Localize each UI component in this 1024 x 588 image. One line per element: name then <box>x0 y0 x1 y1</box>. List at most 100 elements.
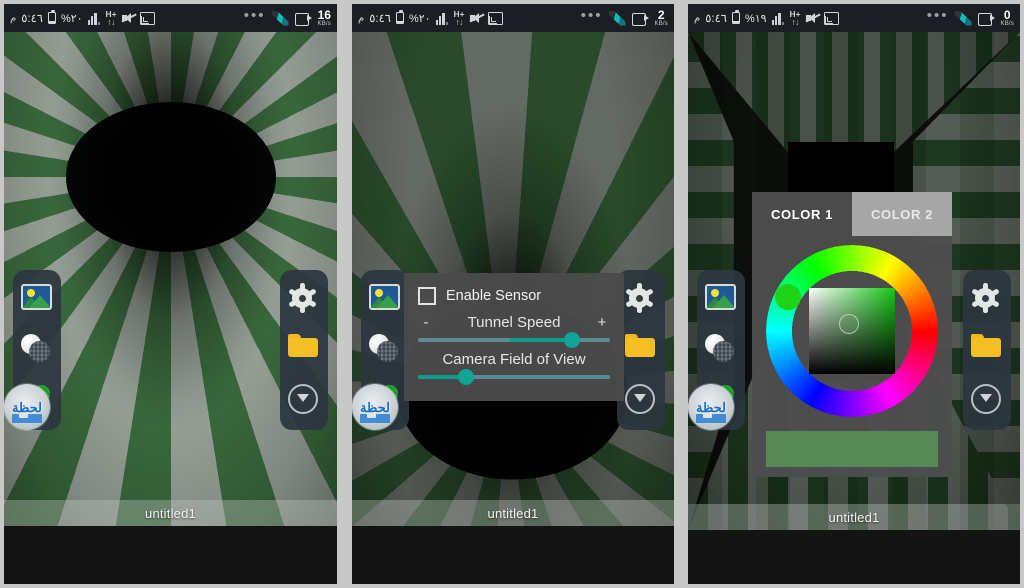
network-speed-2: 2 KB/s <box>655 9 668 27</box>
open-file-button[interactable] <box>625 334 657 366</box>
phone-screen-1: م ٥:٤٦ %٢٠ H+ ↑↓ ••• 16 KB/s لحظة untitl… <box>4 4 337 584</box>
clock-text: ٥:٤٦ <box>21 13 43 25</box>
navigation-bar-3 <box>688 530 1020 584</box>
status-right-cluster-2: ••• 2 KB/s <box>580 6 668 28</box>
phone-screen-2: م ٥:٤٦ %٢٠ H+ ↑↓ ••• 2 KB/s لحظة Enable … <box>352 4 674 584</box>
app-watermark-avatar: لحظة <box>688 384 734 430</box>
saturation-value-knob[interactable] <box>838 314 859 335</box>
tunnel-viewport-3[interactable]: لحظة COLOR 1 COLOR 2 untitled1 <box>688 32 1020 530</box>
status-left-cluster-2: م ٥:٤٦ %٢٠ H+ ↑↓ <box>358 8 503 27</box>
more-options-icon: ••• <box>580 6 603 24</box>
open-file-button[interactable] <box>288 334 320 366</box>
tunnel-viewport-2[interactable]: لحظة Enable Sensor - Tunnel Speed + Came… <box>352 32 674 526</box>
battery-percent: %٢٠ <box>408 12 431 25</box>
network-speed-1: 16 KB/s <box>318 9 331 27</box>
camera-recording-icon <box>977 12 995 26</box>
clock-ampm: م <box>10 12 17 24</box>
camera-fov-label: Camera Field of View <box>442 351 586 368</box>
battery-icon <box>395 10 404 24</box>
settings-panel[interactable]: Enable Sensor - Tunnel Speed + Camera Fi… <box>404 273 624 401</box>
open-file-button[interactable] <box>971 334 1003 366</box>
tunnel-speed-knob[interactable] <box>563 332 580 348</box>
navigation-bar-2 <box>352 526 674 584</box>
hplus-network-icon: H+ ↑↓ <box>453 8 465 27</box>
network-speed-value: 16 <box>317 8 331 22</box>
watermark-text: لحظة <box>12 399 42 415</box>
tunnel-speed-fill <box>510 338 572 342</box>
enable-sensor-row[interactable]: Enable Sensor <box>418 287 610 305</box>
signal-bars-icon <box>87 12 101 25</box>
camera-fov-slider[interactable] <box>418 369 610 385</box>
phone-screen-3: م ٥:٤٦ %١٩ H+ ↑↓ ••• 0 KB/s لحظة COLOR 1… <box>688 4 1020 584</box>
tunnel-speed-header: - Tunnel Speed + <box>418 314 610 331</box>
status-right-cluster-1: ••• 16 KB/s <box>243 6 331 28</box>
image-icon <box>705 284 736 310</box>
n-logo-icon <box>609 11 626 26</box>
status-bar-3: م ٥:٤٦ %١٩ H+ ↑↓ ••• 0 KB/s <box>688 4 1020 32</box>
folder-icon <box>625 334 655 358</box>
app-watermark-avatar: لحظة <box>4 384 50 430</box>
enable-sensor-label: Enable Sensor <box>446 288 542 304</box>
tunnel-viewport-1[interactable]: لحظة untitled1 <box>4 32 337 526</box>
right-toolbar-1[interactable] <box>280 270 328 430</box>
texture-button[interactable] <box>21 334 53 366</box>
image-button[interactable] <box>705 284 737 316</box>
tab-color-2[interactable]: COLOR 2 <box>852 192 952 236</box>
image-icon <box>369 284 400 310</box>
status-bar-2: م ٥:٤٦ %٢٠ H+ ↑↓ ••• 2 KB/s <box>352 4 674 32</box>
file-title-bar-1: untitled1 <box>4 500 337 526</box>
sphere-texture-icon <box>21 334 51 362</box>
settings-button[interactable] <box>287 283 320 316</box>
tab-color-1[interactable]: COLOR 1 <box>752 192 852 236</box>
color-preview-swatch <box>766 431 938 467</box>
more-options-icon: ••• <box>243 6 266 24</box>
settings-button[interactable] <box>624 283 657 316</box>
watermark-text: لحظة <box>360 399 390 415</box>
texture-button[interactable] <box>705 334 737 366</box>
camera-fov-knob[interactable] <box>458 369 474 385</box>
file-name-label: untitled1 <box>828 509 880 525</box>
hue-color-wheel[interactable] <box>766 245 938 417</box>
folder-icon <box>288 334 318 358</box>
tunnel-speed-decrease-button[interactable]: - <box>420 314 432 331</box>
network-speed-unit: KB/s <box>1000 21 1014 27</box>
network-speed-unit: KB/s <box>654 21 668 27</box>
network-speed-value: 0 <box>1003 8 1011 22</box>
n-logo-icon <box>955 11 972 26</box>
texture-button[interactable] <box>369 334 401 366</box>
collapse-button[interactable] <box>625 384 657 416</box>
file-title-bar-2: untitled1 <box>352 500 674 526</box>
network-speed-value: 2 <box>657 8 665 22</box>
hue-selector-knob[interactable] <box>774 283 801 310</box>
gear-icon <box>624 283 654 313</box>
enable-sensor-checkbox[interactable] <box>418 287 436 305</box>
camera-fov-control[interactable]: Camera Field of View <box>418 351 610 385</box>
clock-text: ٥:٤٦ <box>705 13 727 25</box>
tunnel-speed-control[interactable]: - Tunnel Speed + <box>418 314 610 348</box>
chevron-down-icon <box>971 384 1001 414</box>
right-toolbar-2[interactable] <box>617 270 665 430</box>
color-picker-dialog[interactable]: COLOR 1 COLOR 2 <box>752 192 952 477</box>
tunnel-speed-increase-button[interactable]: + <box>596 314 608 331</box>
image-button[interactable] <box>21 284 53 316</box>
navigation-bar-1 <box>4 526 337 584</box>
signal-bars-icon <box>771 12 785 25</box>
screen-cast-icon <box>139 12 155 25</box>
status-bar-1: م ٥:٤٦ %٢٠ H+ ↑↓ ••• 16 KB/s <box>4 4 337 32</box>
hplus-network-icon: H+ ↑↓ <box>789 8 801 27</box>
sphere-texture-icon <box>369 334 399 362</box>
collapse-button[interactable] <box>288 384 320 416</box>
saturation-value-square[interactable] <box>809 288 895 374</box>
right-toolbar-3[interactable] <box>963 270 1011 430</box>
settings-button[interactable] <box>970 283 1003 316</box>
camera-recording-icon <box>294 12 312 26</box>
file-name-label: untitled1 <box>487 505 539 521</box>
color-tabs[interactable]: COLOR 1 COLOR 2 <box>752 192 952 236</box>
tunnel-speed-slider[interactable] <box>418 332 610 348</box>
image-button[interactable] <box>369 284 401 316</box>
status-right-cluster-3: ••• 0 KB/s <box>927 8 1014 28</box>
network-speed-3: 0 KB/s <box>1001 9 1014 27</box>
signal-bars-icon <box>435 12 449 25</box>
collapse-button[interactable] <box>971 384 1003 416</box>
battery-percent: %٢٠ <box>60 12 83 25</box>
